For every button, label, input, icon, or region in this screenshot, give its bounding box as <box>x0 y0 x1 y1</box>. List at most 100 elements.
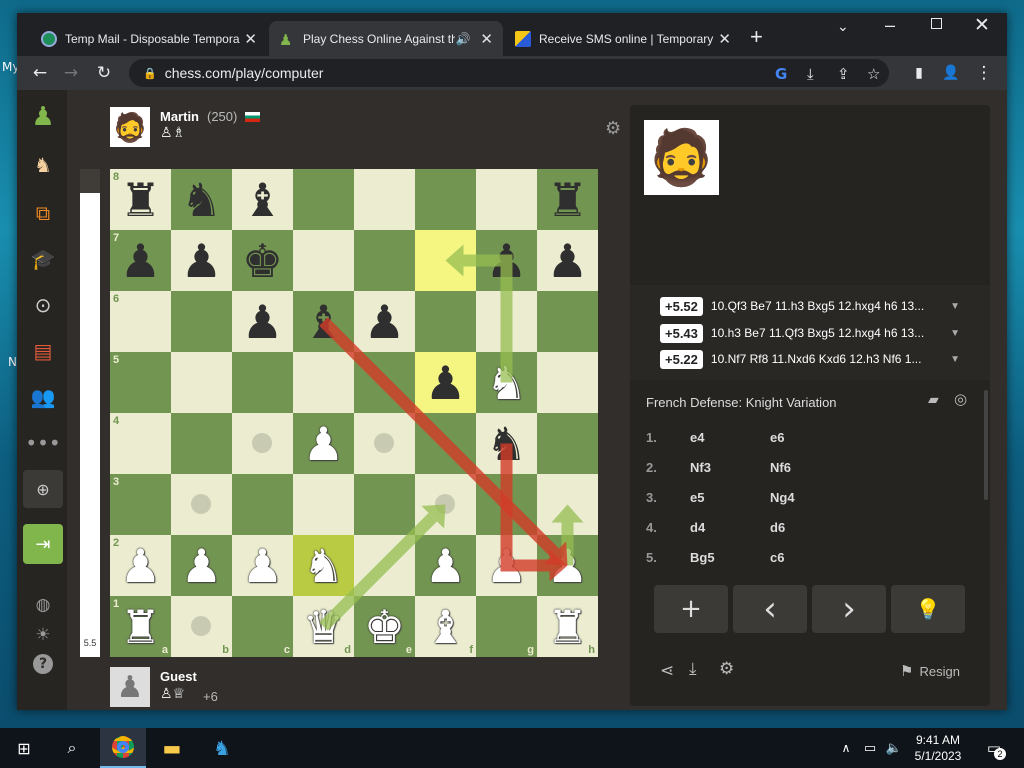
white-knight-d2[interactable]: ♞ <box>293 535 354 596</box>
start-windows-icon[interactable]: ⊞ <box>4 728 44 768</box>
download-icon[interactable]: ⤓ <box>689 659 697 679</box>
previous-move-button[interactable]: ‹ <box>733 585 807 633</box>
legal-move-dot[interactable] <box>191 616 211 636</box>
close-tab-icon[interactable]: ✕ <box>480 30 493 48</box>
black-pawn-a7[interactable]: ♟ <box>110 230 171 291</box>
player-name[interactable]: Guest <box>160 669 197 684</box>
black-pawn-g7[interactable]: ♟ <box>476 230 537 291</box>
tab-receive-sms[interactable]: Receive SMS online | Temporary ✕ <box>505 21 741 56</box>
white-move[interactable]: e5 <box>690 490 704 505</box>
more-dots-icon[interactable]: ••• <box>25 430 60 456</box>
square-b5[interactable] <box>171 352 232 413</box>
square-h3[interactable] <box>537 474 598 535</box>
white-knight-g5[interactable]: ♞ <box>476 352 537 413</box>
chrome-taskbar-icon[interactable] <box>100 728 146 768</box>
sign-up-button[interactable]: ⊕ <box>23 470 63 508</box>
square-c4[interactable] <box>232 413 293 474</box>
new-tab-button[interactable]: + <box>750 24 763 50</box>
square-a3[interactable]: 3 <box>110 474 171 535</box>
black-pawn-h7[interactable]: ♟ <box>537 230 598 291</box>
close-window-button[interactable]: ✕ <box>974 14 990 37</box>
square-b6[interactable] <box>171 291 232 352</box>
address-bar[interactable]: 🔒 chess.com/play/computer G ⤓ ⇪ ☆ <box>129 59 889 87</box>
black-move[interactable]: c6 <box>770 550 784 565</box>
clock[interactable]: 9:41 AM 5/1/2023 <box>906 728 970 768</box>
square-e7[interactable] <box>354 230 415 291</box>
maximize-button[interactable] <box>931 18 942 29</box>
white-pawn-c2[interactable]: ♟ <box>232 535 293 596</box>
black-rook-h8[interactable]: ♜ <box>537 169 598 230</box>
white-bishop-f1[interactable]: ♝ <box>415 596 476 657</box>
square-h6[interactable] <box>537 291 598 352</box>
news-icon[interactable]: ▤ <box>30 338 56 364</box>
square-d5[interactable] <box>293 352 354 413</box>
engine-line[interactable]: +5.22 10.Nf7 Rf8 11.Nxd6 Kxd6 12.h3 Nf6 … <box>660 347 960 371</box>
white-pawn-b2[interactable]: ♟ <box>171 535 232 596</box>
white-rook-a1[interactable]: ♜ <box>110 596 171 657</box>
white-pawn-g2[interactable]: ♟ <box>476 535 537 596</box>
white-pawn-d4[interactable]: ♟ <box>293 413 354 474</box>
watch-binoculars-icon[interactable]: ⊙ <box>30 292 56 318</box>
square-g1[interactable]: g <box>476 596 537 657</box>
white-move[interactable]: Nf3 <box>690 460 711 475</box>
square-h4[interactable] <box>537 413 598 474</box>
square-e8[interactable] <box>354 169 415 230</box>
square-f4[interactable] <box>415 413 476 474</box>
black-pawn-b7[interactable]: ♟ <box>171 230 232 291</box>
white-rook-h1[interactable]: ♜ <box>537 596 598 657</box>
opponent-name[interactable]: Martin <box>160 109 199 124</box>
reload-icon[interactable]: ↻ <box>88 63 120 83</box>
hint-lightbulb-button[interactable]: 💡 <box>891 585 965 633</box>
square-f8[interactable] <box>415 169 476 230</box>
white-pawn-f2[interactable]: ♟ <box>415 535 476 596</box>
app-taskbar-icon[interactable]: ♞ <box>200 728 244 768</box>
black-bishop-c8[interactable]: ♝ <box>232 169 293 230</box>
square-h5[interactable] <box>537 352 598 413</box>
square-e2[interactable] <box>354 535 415 596</box>
search-icon[interactable]: ⌕ <box>52 728 92 768</box>
legal-move-dot[interactable] <box>191 494 211 514</box>
expand-chevron-icon[interactable]: ▼ <box>950 354 960 365</box>
legal-move-dot[interactable] <box>374 433 394 453</box>
close-tab-icon[interactable]: ✕ <box>244 30 257 48</box>
white-move[interactable]: d4 <box>690 520 705 535</box>
square-f7[interactable] <box>415 230 476 291</box>
expand-chevron-icon[interactable]: ▼ <box>950 328 960 339</box>
move-list-scrollbar[interactable] <box>984 390 988 500</box>
minimize-button[interactable]: – <box>885 15 895 36</box>
log-in-button[interactable]: ⇥ <box>23 524 63 564</box>
opponent-avatar[interactable]: 🧔 <box>110 107 150 147</box>
legal-move-dot[interactable] <box>435 494 455 514</box>
square-a4[interactable]: 4 <box>110 413 171 474</box>
puzzle-piece-icon[interactable]: ⧉ <box>30 200 56 226</box>
black-pawn-f5[interactable]: ♟ <box>415 352 476 413</box>
learn-cap-icon[interactable]: 🎓 <box>30 246 56 272</box>
black-king-c7[interactable]: ♚ <box>232 230 293 291</box>
square-g8[interactable] <box>476 169 537 230</box>
notifications-icon[interactable]: ▭ 2 <box>980 728 1008 768</box>
settings-gear-icon[interactable]: ⚙ <box>605 118 621 139</box>
engine-line[interactable]: +5.43 10.h3 Be7 11.Qf3 Bxg5 12.hxg4 h6 1… <box>660 321 960 345</box>
settings-gear-icon[interactable]: ⚙ <box>719 659 734 679</box>
bookmark-star-icon[interactable]: ☆ <box>867 65 880 83</box>
book-icon[interactable]: ▰ <box>928 392 939 408</box>
chess-board[interactable]: hgfedcb1a2345678 ♜ ♞ ♝ ♜ ♟ ♟ ♚ ♟ ♟ ♟ ♝ ♟ ♟ ♞ ♟ ♞ ♟ ♟ ♟ ♞ ♟ ♟ ♟… <box>110 169 598 657</box>
volume-icon[interactable]: 🔈 <box>884 728 904 768</box>
menu-kebab-icon[interactable]: ⋮ <box>968 63 1000 83</box>
network-icon[interactable]: ▭ <box>860 728 880 768</box>
square-d8[interactable] <box>293 169 354 230</box>
square-c3[interactable] <box>232 474 293 535</box>
language-globe-icon[interactable]: ◍ <box>30 592 56 618</box>
close-tab-icon[interactable]: ✕ <box>718 30 731 48</box>
tab-chess[interactable]: ♟ Play Chess Online Against th 🔊 ✕ <box>269 21 503 56</box>
black-pawn-e6[interactable]: ♟ <box>354 291 415 352</box>
square-f6[interactable] <box>415 291 476 352</box>
explore-compass-icon[interactable]: ◎ <box>954 390 967 408</box>
square-e5[interactable] <box>354 352 415 413</box>
square-f3[interactable] <box>415 474 476 535</box>
back-icon[interactable]: ← <box>24 63 56 83</box>
black-move[interactable]: Nf6 <box>770 460 791 475</box>
puzzles-icon[interactable]: ♞ <box>30 152 56 178</box>
square-b3[interactable] <box>171 474 232 535</box>
square-a5[interactable]: 5 <box>110 352 171 413</box>
